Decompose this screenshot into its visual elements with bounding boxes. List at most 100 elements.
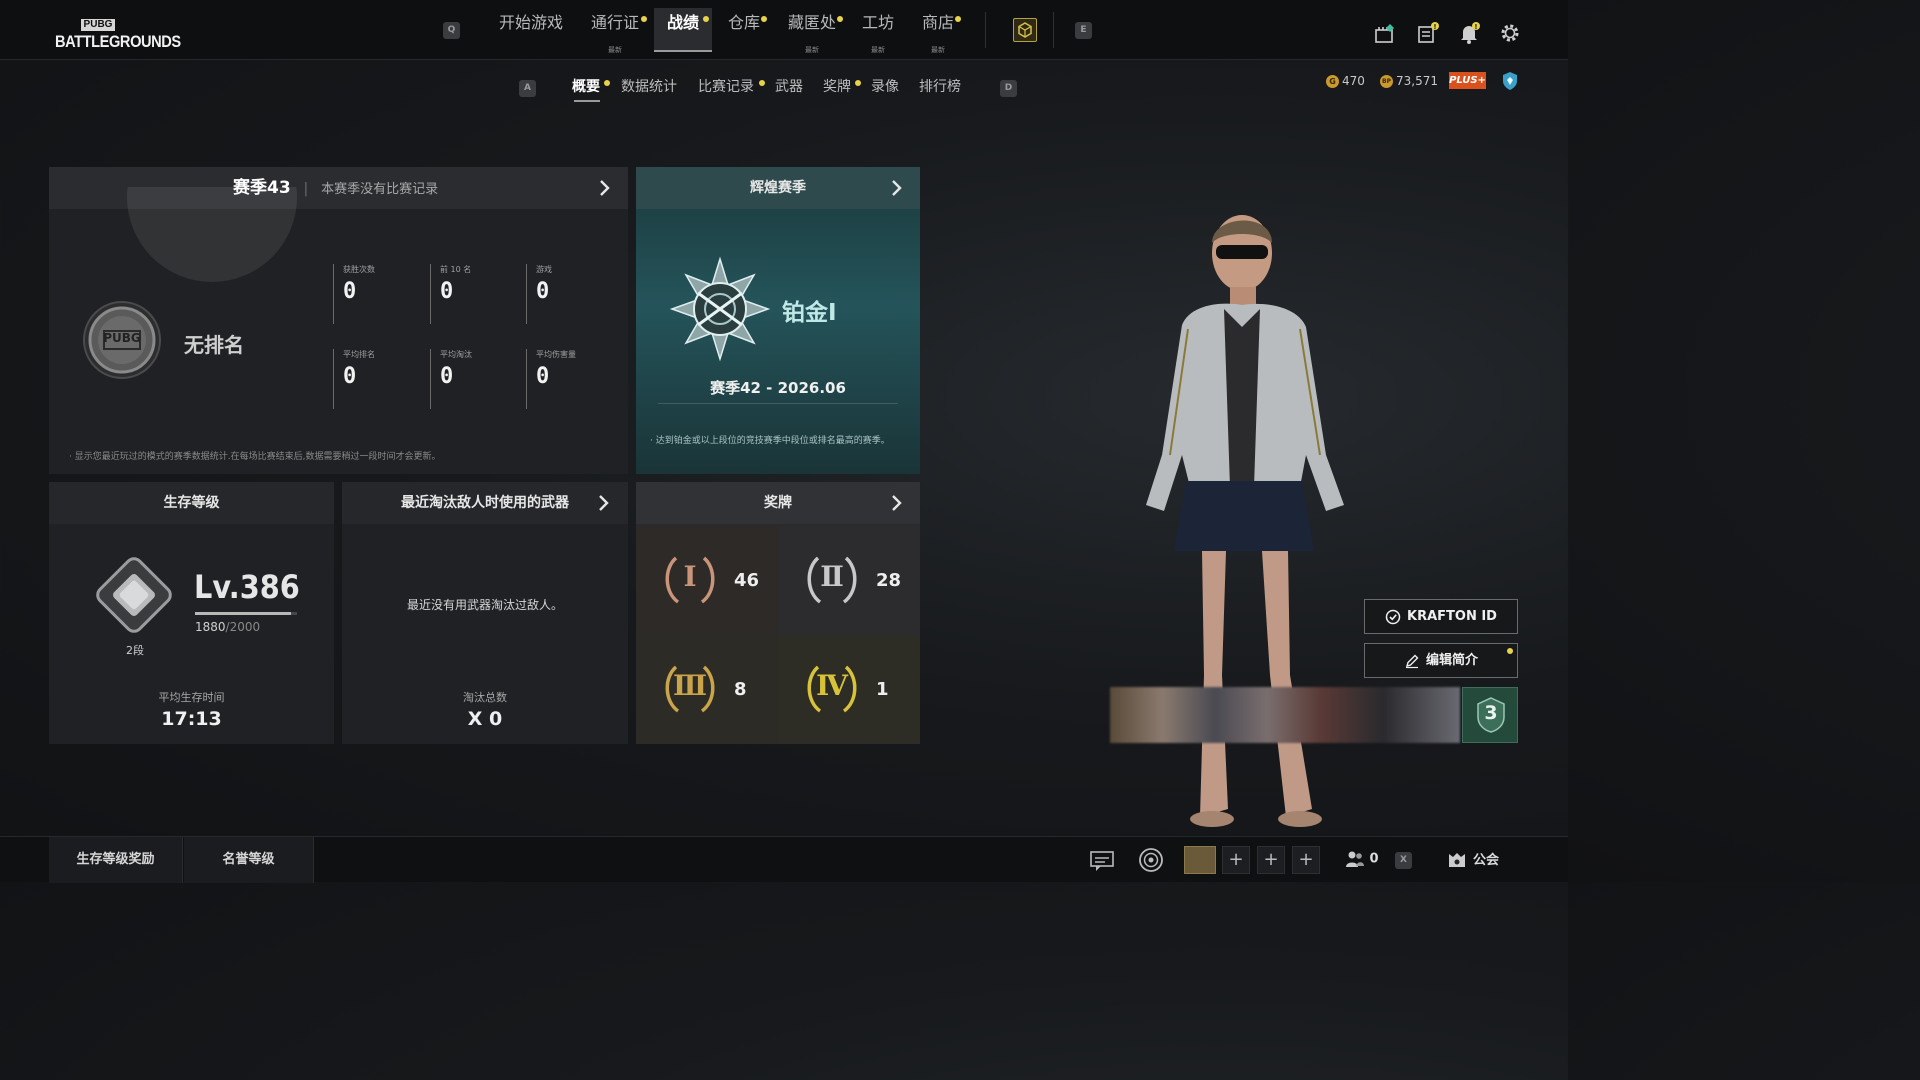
- svg-text:!: !: [1474, 23, 1477, 31]
- gear-icon[interactable]: [1499, 22, 1523, 46]
- survival-level-panel: 生存等级 2段 Lv.386 1880/2000 平均生存时间 17:13: [49, 482, 334, 744]
- season-subtitle: 本赛季没有比赛记录: [321, 182, 439, 197]
- glory-header[interactable]: 辉煌赛季: [636, 167, 920, 209]
- stat-avg-kills: 平均淘汰 0: [430, 349, 520, 409]
- medal-tier-1: Ⅰ 46: [636, 526, 778, 634]
- store-icon[interactable]: [1373, 21, 1397, 45]
- top-bar: PUBG BATTLEGROUNDS Q 开始游戏 通行证 最新 战绩 仓库 藏…: [0, 0, 1568, 60]
- pencil-icon: [1405, 654, 1419, 668]
- player-avatar[interactable]: [1184, 846, 1216, 874]
- nav-start-game[interactable]: 开始游戏: [492, 8, 570, 52]
- nameplate[interactable]: [1110, 687, 1460, 743]
- invite-slot-1[interactable]: +: [1222, 846, 1250, 874]
- bell-icon[interactable]: !: [1457, 21, 1481, 45]
- glory-title: 辉煌赛季: [750, 180, 806, 196]
- new-dot: [955, 16, 961, 22]
- subtab-replays[interactable]: 录像: [871, 76, 899, 98]
- divider: [1053, 12, 1054, 48]
- nav-workshop[interactable]: 工坊 最新: [852, 8, 904, 54]
- xp-readout: 1880/2000: [195, 620, 261, 634]
- medal-tier-4: Ⅳ 1: [778, 635, 920, 743]
- chevron-right-icon: [892, 180, 902, 196]
- stat-wins: 获胜次数 0: [333, 264, 423, 324]
- shield-icon[interactable]: [1501, 71, 1519, 91]
- nav-pass[interactable]: 通行证 最新: [582, 8, 648, 54]
- season-note: · 显示您最近玩过的模式的赛季数据统计.在每场比赛结束后,数据需要稍过一段时间才…: [69, 452, 441, 462]
- krafton-id-button[interactable]: KRAFTON ID: [1364, 599, 1518, 634]
- key-hint-a: A: [519, 80, 536, 97]
- survival-diamond-icon: [87, 548, 181, 642]
- nav-store[interactable]: 商店 最新: [912, 8, 964, 54]
- pass-box-icon[interactable]: [1013, 18, 1037, 42]
- xp-bar-fill: [195, 612, 291, 615]
- pubg-rank-badge-icon: PUBG: [82, 300, 162, 380]
- new-dot: [761, 16, 767, 22]
- pubg-watermark-icon: [127, 187, 297, 282]
- new-dot: [855, 80, 861, 86]
- kills-value: X 0: [467, 708, 503, 730]
- nav-career[interactable]: 战绩: [654, 8, 712, 52]
- radar-icon[interactable]: [1137, 846, 1165, 874]
- key-hint-q: Q: [443, 22, 460, 39]
- check-circle-icon: [1385, 609, 1401, 624]
- subtab-weapons[interactable]: 武器: [775, 76, 803, 98]
- subtab-match-history[interactable]: 比赛记录: [698, 76, 765, 98]
- active-underline: [574, 100, 600, 102]
- avg-time-value: 17:13: [161, 708, 222, 730]
- key-hint-x: X: [1395, 852, 1412, 869]
- survival-rewards-tab[interactable]: 生存等级奖励: [49, 837, 183, 883]
- stat-top10: 前 10 名 0: [430, 264, 520, 324]
- medal-tier-2: Ⅱ 28: [778, 526, 920, 634]
- edit-intro-button[interactable]: 编辑简介: [1364, 643, 1518, 678]
- weapon-header[interactable]: 最近淘汰敌人时使用的武器: [342, 482, 628, 524]
- friends-icon: [1346, 851, 1364, 867]
- invite-slot-2[interactable]: +: [1257, 846, 1285, 874]
- avg-time-label: 平均生存时间: [158, 691, 225, 704]
- stat-avg-damage: 平均伤害量 0: [526, 349, 616, 409]
- xp-bar: [195, 612, 297, 615]
- honor-level-tab[interactable]: 名誉等级: [184, 837, 314, 883]
- nav-inventory[interactable]: 仓库: [718, 8, 770, 52]
- subtab-leaderboard[interactable]: 排行榜: [919, 76, 961, 98]
- survival-header: 生存等级: [49, 482, 334, 524]
- new-dot: [837, 16, 843, 22]
- g-coin-icon: G: [1326, 75, 1339, 88]
- invite-slot-3[interactable]: +: [1292, 846, 1320, 874]
- svg-text:!: !: [1433, 23, 1436, 31]
- platinum-tier-emblem-icon: [666, 255, 774, 363]
- divider: [985, 12, 986, 48]
- key-hint-e: E: [1075, 22, 1092, 39]
- new-dot: [1507, 648, 1513, 654]
- subtab-stats[interactable]: 数据统计: [621, 76, 677, 98]
- stat-games: 游戏 0: [526, 264, 616, 324]
- bottom-bar: 生存等级奖励 名誉等级 + + + 0 X 公会: [0, 836, 1568, 883]
- news-icon[interactable]: !: [1416, 21, 1440, 45]
- weapon-empty-message: 最近没有用武器淘汰过敌人。: [406, 598, 563, 612]
- chat-icon[interactable]: [1088, 846, 1116, 874]
- rank-label: 无排名: [184, 333, 244, 357]
- new-dot: [759, 80, 765, 86]
- survival-level: Lv.386: [194, 568, 300, 606]
- chevron-right-icon: [892, 495, 902, 511]
- chevron-right-icon: [600, 180, 610, 196]
- recent-weapon-panel[interactable]: 最近淘汰敌人时使用的武器 最近没有用武器淘汰过敌人。 淘汰总数 X 0: [342, 482, 628, 744]
- glory-season-date: 赛季42 - 2026.06: [710, 379, 846, 397]
- g-coin-balance: G 470: [1326, 72, 1365, 90]
- subtab-overview[interactable]: 概要: [572, 76, 610, 102]
- nameplate-level-badge: 3: [1462, 687, 1518, 743]
- tier-label: 铂金Ⅰ: [782, 300, 837, 326]
- nav-stash[interactable]: 藏匿处 最新: [778, 8, 846, 54]
- guild-button[interactable]: 公会: [1447, 849, 1499, 871]
- character-model[interactable]: [1130, 205, 1380, 845]
- glory-season-panel[interactable]: 辉煌赛季 铂金Ⅰ 赛季42 - 2026.06 · 达到铂金或以上段位的竞技赛季…: [636, 167, 920, 474]
- new-dot: [703, 16, 709, 22]
- medals-header[interactable]: 奖牌: [636, 482, 920, 524]
- subtab-medals[interactable]: 奖牌: [823, 76, 861, 98]
- stat-avg-rank: 平均排名 0: [333, 349, 423, 409]
- plus-badge[interactable]: PLUS+: [1449, 72, 1486, 89]
- medals-panel[interactable]: 奖牌 Ⅰ 46 Ⅱ 28 Ⅲ 8 Ⅳ 1: [636, 482, 920, 744]
- bp-icon: BP: [1380, 75, 1393, 88]
- divider: [658, 403, 898, 404]
- guild-icon: [1449, 852, 1465, 867]
- glory-note: · 达到铂金或以上段位的竞技赛季中段位或排名最高的赛季。: [650, 436, 890, 446]
